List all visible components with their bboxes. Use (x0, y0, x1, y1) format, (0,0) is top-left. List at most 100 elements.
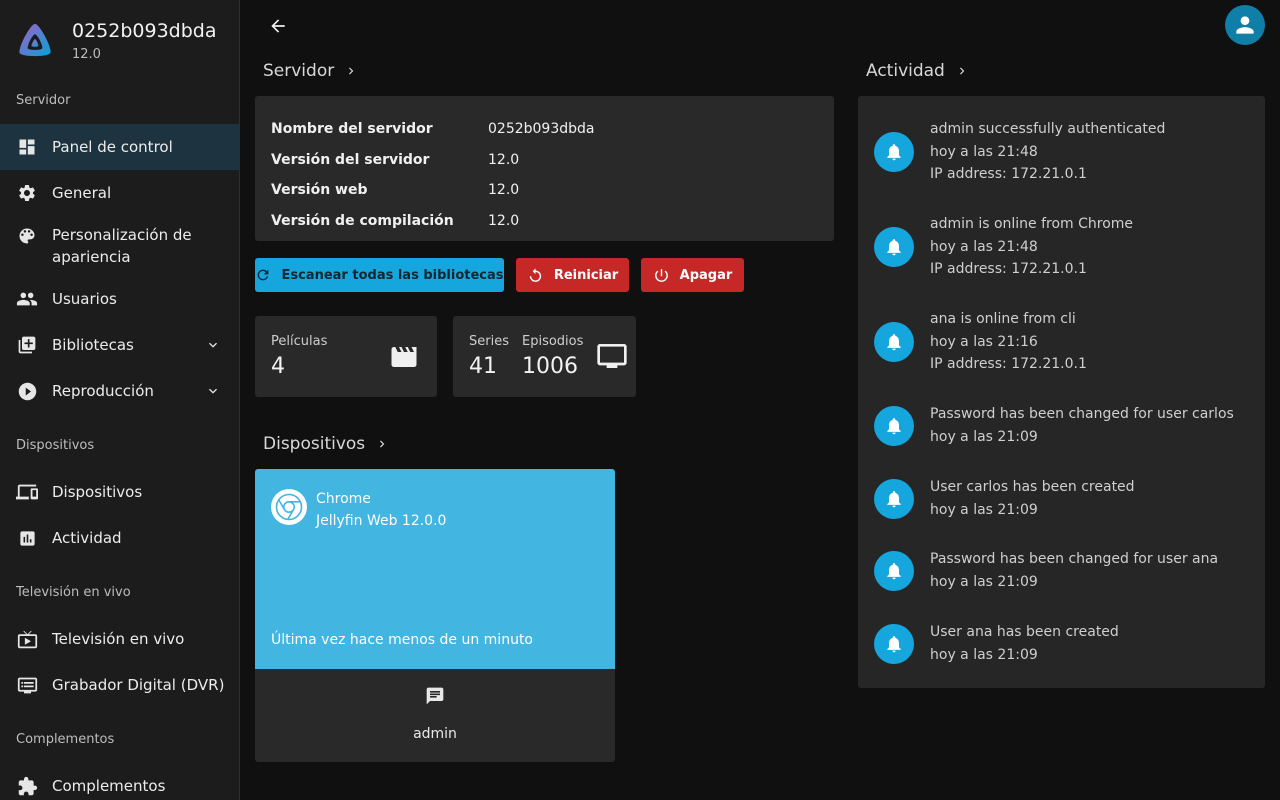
device-card[interactable]: Chrome Jellyfin Web 12.0.0 Última vez ha… (255, 469, 615, 762)
activity-title: ana is online from cli (930, 311, 1076, 327)
dashboard-icon (16, 136, 38, 158)
sidebar-item-dashboard[interactable]: Panel de control (0, 124, 239, 170)
sidebar-item-plugins[interactable]: Complementos (0, 763, 239, 800)
chevron-down-icon[interactable] (205, 337, 221, 353)
server-info-card: Nombre del servidor 0252b093dbda Versión… (255, 96, 834, 241)
sidebar: 0252b093dbda 12.0 Servidor Panel de cont… (0, 0, 240, 800)
info-value: 12.0 (488, 212, 520, 229)
activity-heading-label: Actividad (866, 61, 945, 81)
info-row: Nombre del servidor 0252b093dbda (271, 114, 818, 145)
info-key: Versión del servidor (271, 151, 430, 168)
sidebar-brand[interactable]: 0252b093dbda 12.0 (0, 0, 239, 80)
play-circle-icon (16, 380, 38, 402)
activity-title: Password has been changed for user carlo… (930, 406, 1234, 422)
back-button[interactable] (264, 12, 292, 40)
sidebar-item-label: Televisión en vivo (52, 630, 185, 648)
activity-title: admin successfully authenticated (930, 121, 1166, 137)
sidebar-item-general[interactable]: General (0, 170, 239, 216)
server-section-heading[interactable]: Servidor (263, 61, 358, 81)
info-key: Versión de compilación (271, 212, 454, 229)
bell-icon (874, 624, 914, 664)
activity-detail: IP address: 172.21.0.1 (930, 261, 1087, 277)
devices-icon (16, 481, 38, 503)
info-value: 0252b093dbda (488, 121, 595, 138)
bell-icon (874, 227, 914, 267)
activity-title: User ana has been created (930, 624, 1119, 640)
sidebar-item-playback[interactable]: Reproducción (0, 368, 239, 414)
activity-time: hoy a las 21:48 (930, 143, 1038, 160)
chrome-icon (271, 489, 307, 525)
palette-icon (16, 225, 38, 247)
sidebar-item-dvr[interactable]: Grabador Digital (DVR) (0, 662, 239, 708)
sidebar-item-devices[interactable]: Dispositivos (0, 469, 239, 515)
device-app: Jellyfin Web 12.0.0 (316, 513, 447, 529)
chevron-right-icon (349, 67, 354, 75)
activity-text: Password has been changed for user carlo… (930, 403, 1234, 448)
jellyfin-logo (19, 23, 51, 57)
movies-count: 4 (271, 354, 285, 379)
sidebar-item-label: Bibliotecas (52, 336, 134, 354)
series-stat-card[interactable]: Series 41 Episodios 1006 (453, 316, 636, 397)
sidebar-section-livetv: Televisión en vivo (16, 585, 131, 600)
info-key: Versión web (271, 182, 368, 199)
bell-icon (874, 406, 914, 446)
episodes-label: Episodios (522, 334, 584, 349)
info-row: Versión de compilación 12.0 (271, 206, 818, 237)
tv-icon (597, 344, 627, 368)
series-label: Series (469, 334, 509, 349)
shutdown-label: Apagar (679, 267, 733, 283)
users-icon (16, 288, 38, 310)
sidebar-item-livetv[interactable]: Televisión en vivo (0, 616, 239, 662)
extension-icon (16, 775, 38, 797)
scan-libraries-button[interactable]: Escanear todas las bibliotecas (255, 258, 504, 292)
gear-icon (16, 182, 38, 204)
sidebar-item-libraries[interactable]: Bibliotecas (0, 322, 239, 368)
device-card-footer: admin (255, 669, 615, 762)
sidebar-item-users[interactable]: Usuarios (0, 276, 239, 322)
message-icon[interactable] (425, 686, 445, 706)
info-key: Nombre del servidor (271, 121, 433, 138)
info-value: 12.0 (488, 151, 520, 168)
dvr-icon (16, 674, 38, 696)
sidebar-item-label: Reproducción (52, 382, 154, 400)
devices-section-heading[interactable]: Dispositivos (263, 434, 389, 454)
chart-icon (16, 527, 38, 549)
sidebar-section-plugins: Complementos (16, 732, 115, 747)
activity-detail: IP address: 172.21.0.1 (930, 356, 1087, 372)
restart-label: Reiniciar (553, 267, 619, 283)
refresh-icon (258, 269, 269, 281)
movies-label: Películas (271, 334, 328, 349)
scan-label: Escanear todas las bibliotecas (281, 267, 504, 283)
sidebar-item-label: Actividad (52, 529, 122, 547)
sidebar-section-devices: Dispositivos (16, 438, 95, 453)
movies-stat-card[interactable]: Películas 4 (255, 316, 437, 397)
device-user: admin (413, 726, 457, 742)
restart-button[interactable]: Reiniciar (516, 258, 629, 292)
activity-title: Password has been changed for user ana (930, 551, 1219, 567)
chevron-down-icon[interactable] (205, 383, 221, 399)
activity-time: hoy a las 21:48 (930, 238, 1038, 255)
activity-detail: IP address: 172.21.0.1 (930, 166, 1087, 182)
info-row: Versión web 12.0 (271, 175, 818, 206)
shutdown-button[interactable]: Apagar (641, 258, 744, 292)
activity-time: hoy a las 21:09 (930, 573, 1038, 590)
server-name: 0252b093dbda (72, 19, 217, 42)
activity-text: User carlos has been created hoy a las 2… (930, 476, 1135, 521)
activity-text: admin is online from Chrome hoy a las 21… (930, 213, 1133, 281)
bell-icon (874, 551, 914, 591)
bell-icon (874, 479, 914, 519)
info-value: 12.0 (488, 182, 520, 199)
sidebar-item-appearance[interactable]: Personalización de apariencia (0, 216, 239, 276)
activity-title: User carlos has been created (930, 479, 1135, 495)
activity-time: hoy a las 21:09 (930, 428, 1038, 445)
sidebar-item-activity[interactable]: Actividad (0, 515, 239, 561)
episodes-count: 1006 (522, 354, 578, 379)
activity-time: hoy a las 21:09 (930, 501, 1038, 518)
devices-heading-label: Dispositivos (263, 434, 366, 454)
activity-section-heading[interactable]: Actividad (866, 61, 969, 81)
device-info: Chrome Jellyfin Web 12.0.0 (316, 488, 446, 532)
sidebar-item-label: Usuarios (52, 290, 117, 308)
back-arrow-icon (271, 19, 285, 33)
activity-text: admin successfully authenticated hoy a l… (930, 118, 1165, 186)
user-menu-button[interactable] (1225, 5, 1265, 45)
